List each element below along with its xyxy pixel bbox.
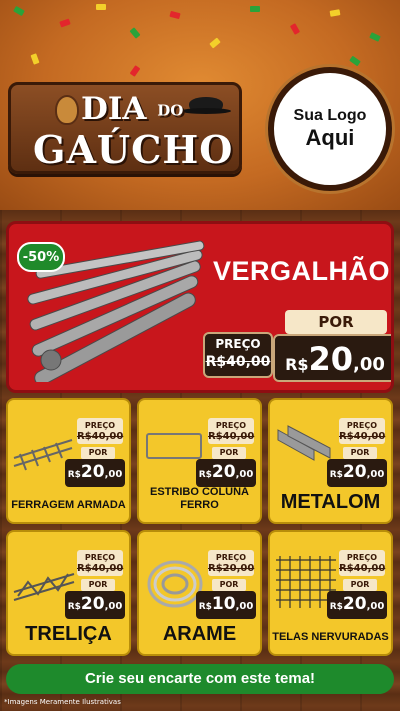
price-cents: ,00 xyxy=(366,601,385,612)
product-name: ESTRIBO COLUNA FERRO xyxy=(150,486,249,511)
confetti xyxy=(30,53,40,65)
product-card[interactable]: PREÇO R$40,00 POR R$ 20,00 METALOM xyxy=(268,398,393,524)
brand-text-line1: Sua Logo xyxy=(293,107,367,124)
card-old-price: PREÇO R$40,00 xyxy=(77,550,123,576)
old-price: R$40,00 xyxy=(205,354,271,370)
card-price: R$ 10,00 xyxy=(196,591,256,619)
price-integer: 20 xyxy=(80,462,105,482)
price-cents: ,00 xyxy=(366,469,385,480)
brand-text-line2: Aqui xyxy=(305,125,355,150)
product-name: METALOM xyxy=(280,491,381,513)
por-label: POR xyxy=(212,447,246,459)
price-integer: 20 xyxy=(211,462,236,482)
card-price: R$ 20,00 xyxy=(196,459,256,487)
event-logo: DIA DO GAÚCHO xyxy=(8,82,242,174)
por-label: POR xyxy=(81,447,115,459)
por-label: POR xyxy=(343,579,377,591)
currency: R$ xyxy=(67,470,81,480)
card-old-price: PREÇO R$40,00 xyxy=(339,550,385,576)
featured-product-title: VERGALHÃO xyxy=(213,256,391,286)
logo-title-line2: GAÚCHO xyxy=(33,127,234,172)
logo-title-do: DO xyxy=(157,101,184,120)
price-label: PREÇO xyxy=(346,421,378,430)
currency: R$ xyxy=(67,602,81,612)
brand-logo-placeholder[interactable]: Sua Logo Aqui xyxy=(268,67,392,191)
card-price: R$ 20,00 xyxy=(65,459,125,487)
currency: R$ xyxy=(285,355,309,374)
product-card[interactable]: PREÇO R$40,00 POR R$ 20,00 TRELIÇA xyxy=(6,530,131,656)
price-label: PREÇO xyxy=(346,553,378,562)
por-label: POR xyxy=(81,579,115,591)
price-integer: 20 xyxy=(342,594,367,614)
confetti xyxy=(96,4,106,10)
price-label: PREÇO xyxy=(215,337,261,351)
product-name: FERRAGEM ARMADA xyxy=(11,499,126,511)
card-price: R$ 20,00 xyxy=(327,459,387,487)
footer-disclaimer: *Imagens Meramente Ilustrativas xyxy=(4,698,121,706)
currency: R$ xyxy=(329,470,343,480)
confetti xyxy=(289,23,301,35)
price-cents: ,00 xyxy=(353,354,385,375)
confetti xyxy=(129,27,141,39)
confetti xyxy=(169,10,181,20)
por-label: POR xyxy=(343,447,377,459)
price-label: PREÇO xyxy=(215,553,247,562)
card-price: R$ 20,00 xyxy=(65,591,125,619)
new-price: R$ 20 ,00 xyxy=(273,334,391,382)
old-price: R$20,00 xyxy=(208,563,255,574)
por-label: POR xyxy=(285,310,387,334)
product-card[interactable]: PREÇO R$40,00 POR R$ 20,00 TELAS NERVURADA… xyxy=(268,530,393,656)
card-price: R$ 20,00 xyxy=(327,591,387,619)
price-cents: ,00 xyxy=(104,601,123,612)
currency: R$ xyxy=(198,470,212,480)
currency: R$ xyxy=(198,602,212,612)
price-label: PREÇO xyxy=(84,553,116,562)
product-name: ARAME xyxy=(162,623,237,645)
card-old-price: PREÇO R$40,00 xyxy=(339,418,385,444)
old-price: R$40,00 xyxy=(339,431,386,442)
price-label: PREÇO xyxy=(84,421,116,430)
confetti xyxy=(129,65,141,77)
confetti xyxy=(59,18,71,28)
discount-badge: -50% xyxy=(17,242,65,272)
price-integer: 20 xyxy=(80,594,105,614)
product-name: TELAS NERVURADAS xyxy=(272,631,389,643)
featured-offer[interactable]: -50% VERGALHÃO PREÇO R$40,00 POR R$ 20 ,… xyxy=(6,221,394,393)
price-label: PREÇO xyxy=(215,421,247,430)
old-price: R$40,00 xyxy=(208,431,255,442)
logo-title-dia: DIA xyxy=(81,91,147,127)
price-cents: ,00 xyxy=(235,601,254,612)
card-old-price: PREÇO R$20,00 xyxy=(208,550,254,576)
por-label: POR xyxy=(212,579,246,591)
confetti xyxy=(329,9,341,17)
confetti xyxy=(13,5,25,17)
price-integer: 10 xyxy=(211,594,236,614)
product-card[interactable]: PREÇO R$20,00 POR R$ 10,00 ARAME xyxy=(137,530,262,656)
create-flyer-button[interactable]: Crie seu encarte com este tema! xyxy=(6,664,394,694)
currency: R$ xyxy=(329,602,343,612)
product-name: TRELIÇA xyxy=(25,623,112,645)
chimarrao-gourd-icon xyxy=(55,95,79,125)
confetti xyxy=(369,32,381,42)
card-old-price: PREÇO R$40,00 xyxy=(208,418,254,444)
old-price: R$40,00 xyxy=(339,563,386,574)
card-old-price: PREÇO R$40,00 xyxy=(77,418,123,444)
logo-title-line1: DIA DO xyxy=(81,91,183,127)
price-cents: ,00 xyxy=(104,469,123,480)
confetti xyxy=(349,55,361,67)
confetti xyxy=(209,37,221,49)
old-price: R$40,00 xyxy=(77,563,124,574)
price-integer: 20 xyxy=(308,340,354,378)
old-price: R$40,00 xyxy=(77,431,124,442)
price-cents: ,00 xyxy=(235,469,254,480)
old-price-box: PREÇO R$40,00 xyxy=(203,332,273,378)
product-card[interactable]: PREÇO R$40,00 POR R$ 20,00 ESTRIBO COLUNA … xyxy=(137,398,262,524)
price-integer: 20 xyxy=(342,462,367,482)
confetti xyxy=(250,6,260,12)
gaucho-hat-icon xyxy=(181,97,231,114)
product-card[interactable]: PREÇO R$40,00 POR R$ 20,00 FERRAGEM ARMADA xyxy=(6,398,131,524)
